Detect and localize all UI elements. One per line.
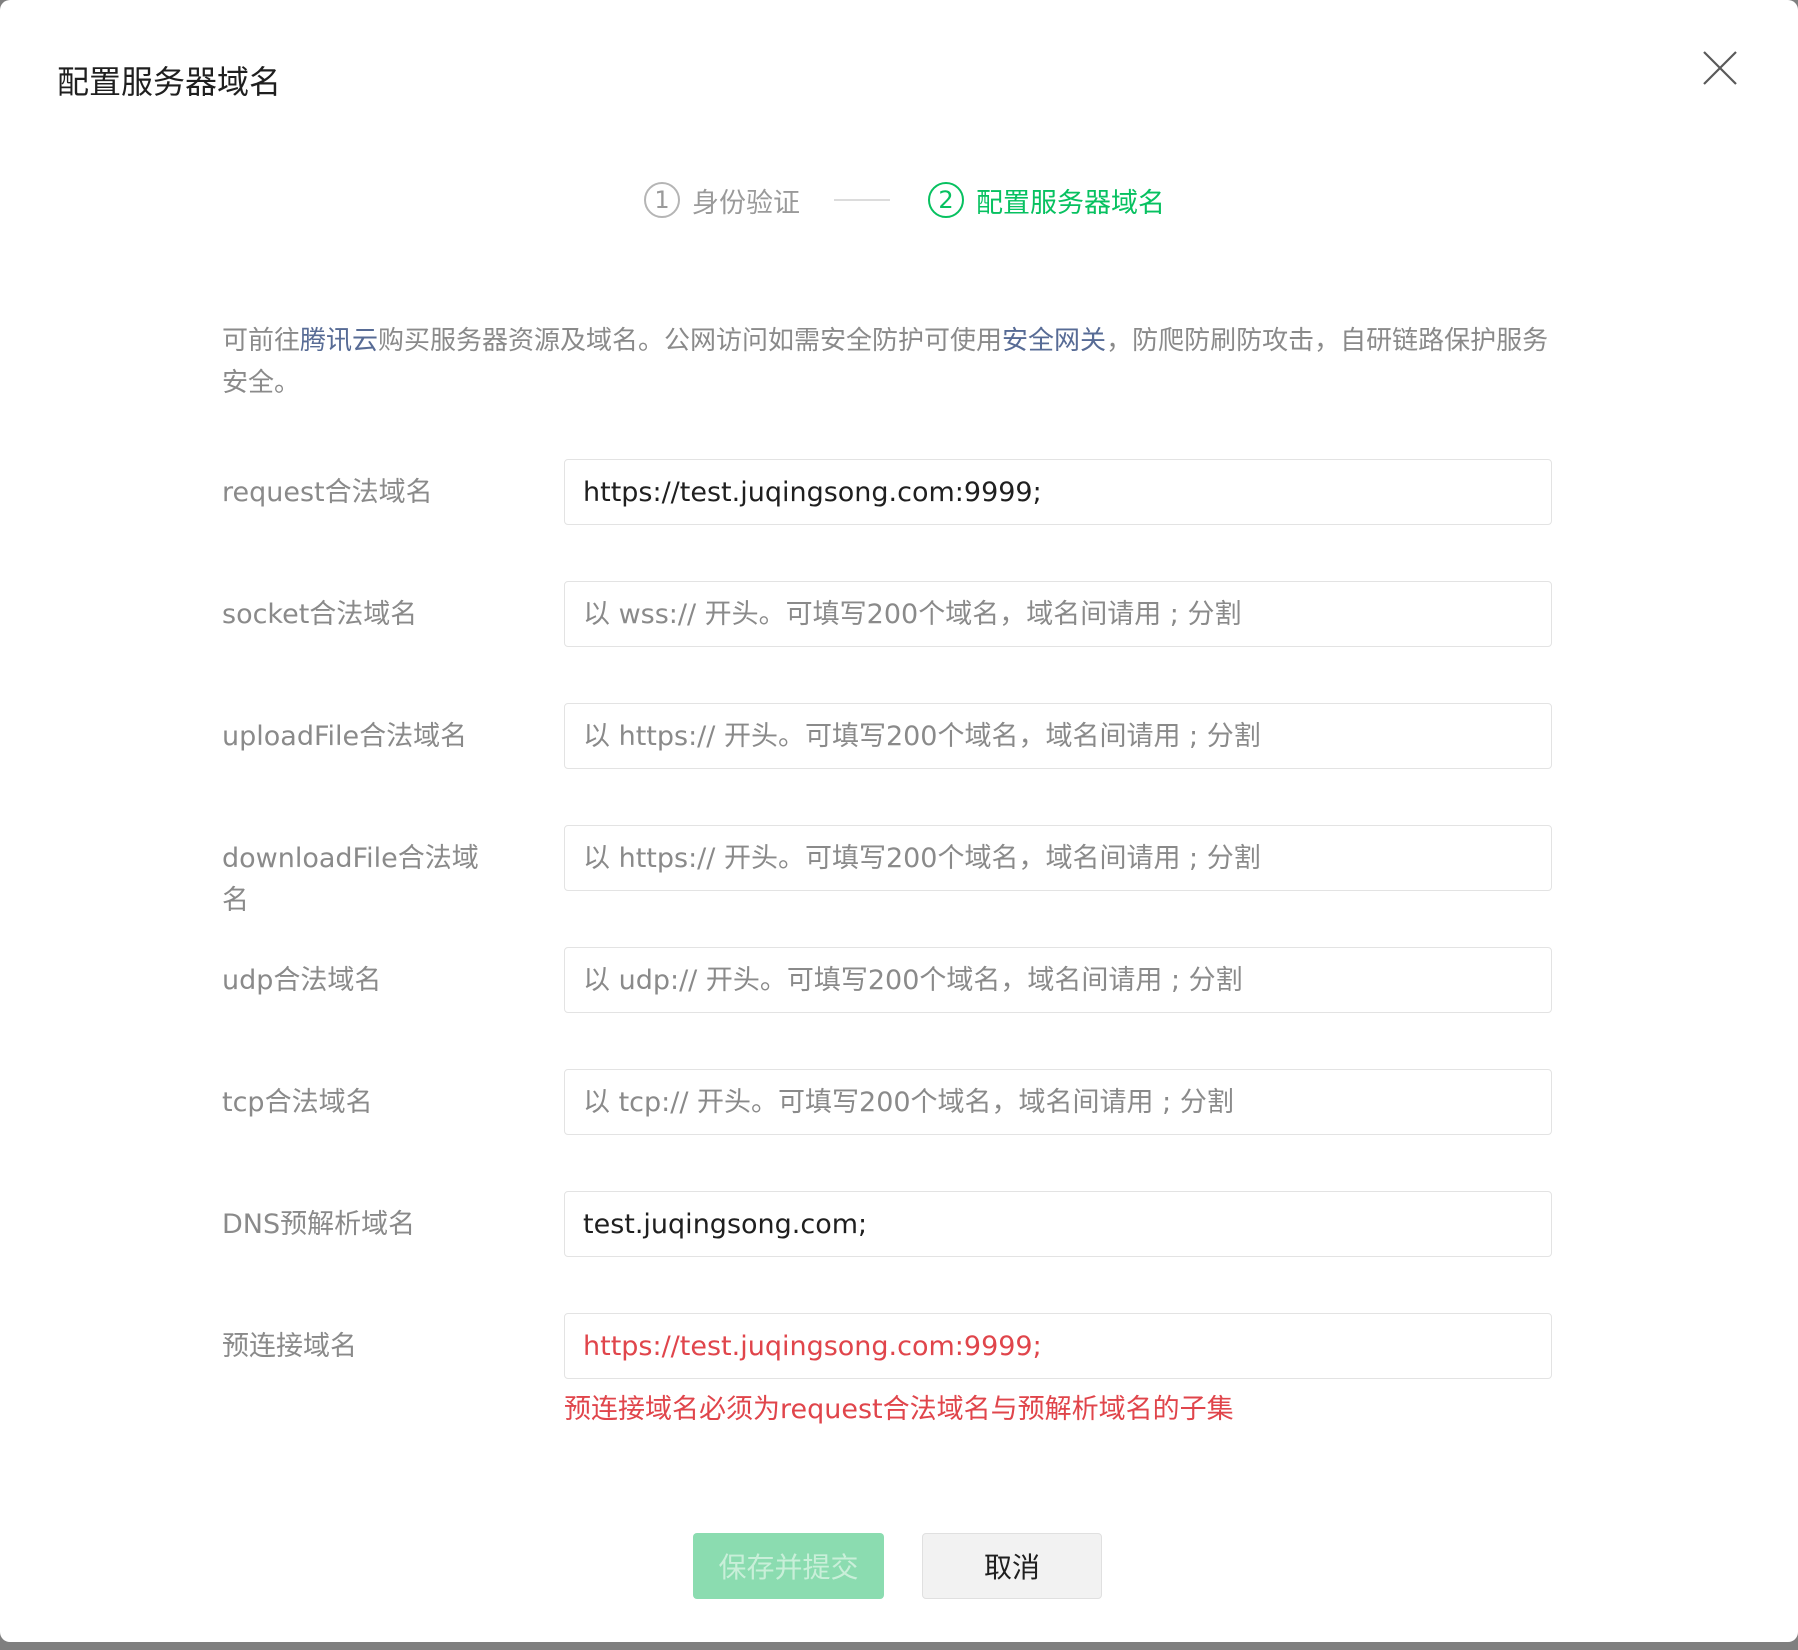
field-label: udp合法域名 [222,965,382,996]
save-submit-button[interactable]: 保存并提交 [693,1533,884,1599]
step-configure-domain: 2 配置服务器域名 [928,178,1165,222]
step-connector [834,199,890,201]
field-label: tcp合法域名 [222,1087,373,1118]
udp-domain-input[interactable] [564,947,1552,1013]
field-label: downloadFile合法域名 [222,843,479,916]
step-number: 2 [928,182,964,218]
config-domain-dialog: 配置服务器域名 1 身份验证 2 配置服务器域名 可前往腾讯云购买服务器资源及域… [0,0,1798,1642]
field-label: DNS预解析域名 [222,1209,416,1240]
uploadfile-domain-input[interactable] [564,703,1552,769]
tencent-cloud-link[interactable]: 腾讯云 [300,326,378,356]
step-identity-verification: 1 身份验证 [644,178,800,222]
description-part: 购买服务器资源及域名。公网访问如需安全防护可使用 [378,326,1003,356]
form-row-preconnect: 预连接域名 [222,1313,1552,1379]
description-part: 可前往 [222,326,301,356]
preconnect-domain-input[interactable] [564,1313,1552,1379]
socket-domain-input[interactable] [564,581,1552,647]
request-domain-input[interactable] [564,459,1552,525]
form-row-request: request合法域名 [222,459,1552,525]
cancel-button[interactable]: 取消 [922,1533,1102,1599]
form-row-uploadfile: uploadFile合法域名 [222,703,1552,769]
field-label: 预连接域名 [222,1331,357,1362]
dialog-title: 配置服务器域名 [57,63,282,101]
form-row-downloadfile: downloadFile合法域名 [222,825,1552,916]
steps-indicator: 1 身份验证 2 配置服务器域名 [0,178,1798,222]
field-label: request合法域名 [222,477,433,508]
form-row-tcp: tcp合法域名 [222,1069,1552,1135]
step-label: 配置服务器域名 [976,187,1165,219]
step-label: 身份验证 [692,187,800,219]
step-number: 1 [644,182,680,218]
field-label: socket合法域名 [222,599,418,630]
close-button[interactable] [1700,48,1740,88]
tcp-domain-input[interactable] [564,1069,1552,1135]
form-row-socket: socket合法域名 [222,581,1552,647]
preconnect-error-message: 预连接域名必须为request合法域名与预解析域名的子集 [564,1394,1234,1425]
description-text: 可前往腾讯云购买服务器资源及域名。公网访问如需安全防护可使用安全网关，防爬防刷防… [222,320,1572,404]
form-row-dns-prefetch: DNS预解析域名 [222,1191,1552,1257]
downloadfile-domain-input[interactable] [564,825,1552,891]
form-row-udp: udp合法域名 [222,947,1552,1013]
close-icon [1703,51,1737,85]
security-gateway-link[interactable]: 安全网关 [1002,326,1106,356]
field-label: uploadFile合法域名 [222,721,468,752]
dns-prefetch-domain-input[interactable] [564,1191,1552,1257]
